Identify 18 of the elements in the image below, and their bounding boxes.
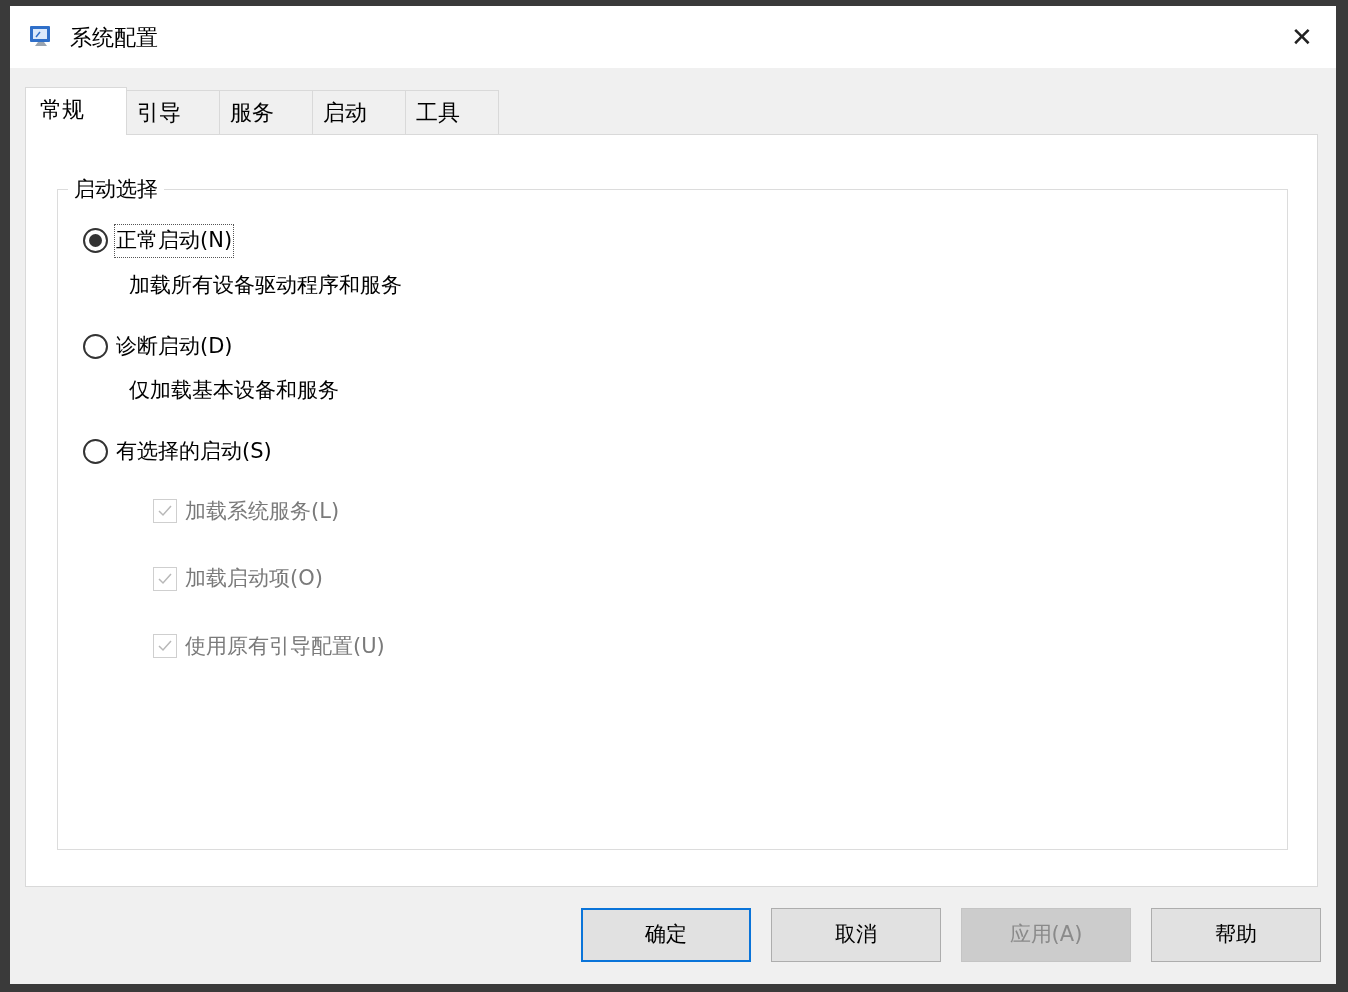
checkbox-label: 加载启动项(O)	[185, 565, 323, 592]
dialog-button[interactable]: 确定	[581, 908, 751, 962]
radio-button[interactable]	[83, 228, 108, 254]
tab[interactable]: 工具	[405, 90, 499, 134]
option-description: 加载所有设备驱动程序和服务	[129, 271, 403, 299]
radio-label[interactable]: 有选择的启动(S)	[114, 436, 274, 468]
dialog-button[interactable]: 取消	[771, 908, 941, 962]
checkbox-label: 使用原有引导配置(U)	[185, 632, 385, 660]
option-description: 仅加载基本设备和服务	[129, 376, 340, 404]
window-title: 系统配置	[70, 23, 158, 52]
checkbox-label: 加载系统服务(L)	[185, 497, 340, 525]
radio-label[interactable]: 正常启动(N)	[114, 224, 235, 258]
radio-label[interactable]: 诊断启动(D)	[114, 331, 235, 363]
radio-button[interactable]	[83, 334, 108, 360]
radio-button[interactable]	[83, 439, 108, 465]
dialog-button[interactable]: 帮助	[1151, 908, 1321, 962]
tab[interactable]: 常规	[25, 87, 127, 135]
close-button[interactable]: ✕	[1282, 17, 1322, 57]
